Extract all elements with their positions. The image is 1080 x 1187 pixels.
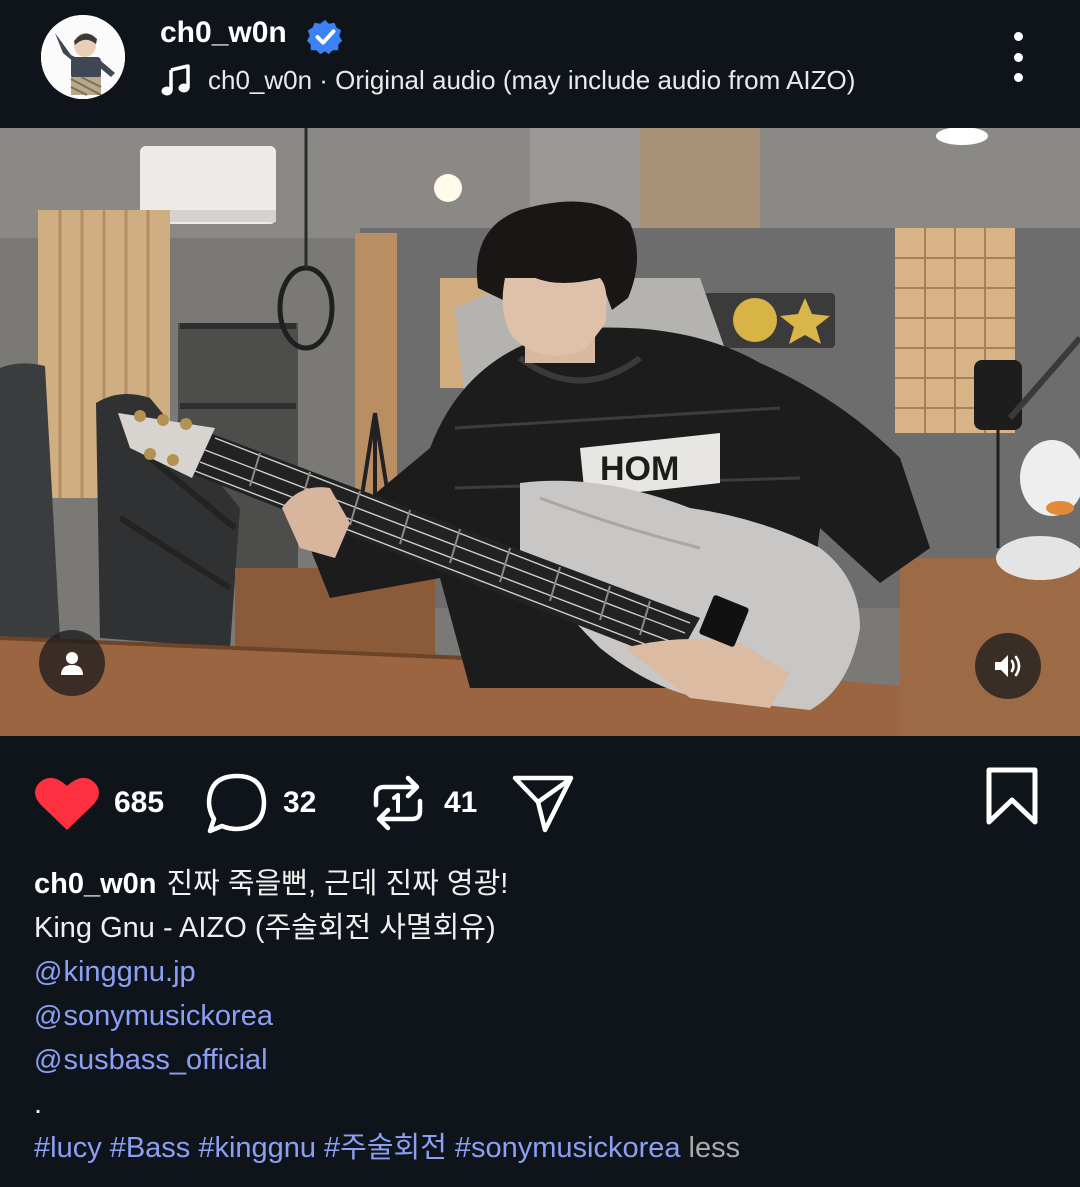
caption-line-2: King Gnu - AIZO (주술회전 사멸회유) — [34, 912, 496, 944]
repost-count: 41 — [444, 786, 478, 819]
share-button[interactable] — [511, 770, 575, 836]
threads-mention-icon: @ — [34, 956, 63, 987]
save-button[interactable] — [984, 766, 1040, 826]
mention-link[interactable]: @sonymusickorea — [34, 994, 1044, 1038]
comment-button[interactable]: 32 — [205, 770, 316, 836]
send-icon — [512, 775, 574, 833]
video-player[interactable]: HOM — [0, 128, 1080, 736]
more-vertical-icon[interactable] — [1004, 32, 1032, 82]
mention-link[interactable]: @kinggnu.jp — [34, 950, 1044, 994]
mention-link[interactable]: @susbass_official — [34, 1038, 1044, 1082]
repost-button[interactable]: 41 — [366, 770, 477, 836]
post-header: ch0_w0n ch0_w0n · Original audio (may in… — [0, 0, 1080, 128]
caption-text: 진짜 죽을뻔, 근데 진짜 영광! — [166, 868, 509, 900]
hashtag-link[interactable]: #sonymusickorea — [455, 1132, 681, 1164]
action-bar: 685 32 41 — [0, 736, 1080, 856]
person-tag-icon — [61, 652, 83, 675]
caption-line-1: ch0_w0n 진짜 죽을뻔, 근데 진짜 영광! — [34, 862, 1044, 906]
comment-count: 32 — [283, 786, 317, 819]
less-toggle[interactable]: less — [689, 1132, 741, 1164]
music-note-icon — [161, 64, 190, 96]
hashtag-link[interactable]: #kinggnu — [198, 1132, 316, 1164]
hashtag-line: #lucy #Bass #kinggnu #주술회전 #sonymusickorea le… — [34, 1126, 1044, 1170]
hashtag-link[interactable]: #주술회전 — [324, 1132, 447, 1164]
post-caption: ch0_w0n 진짜 죽을뻔, 근데 진짜 영광! King Gnu - AIZO… — [34, 862, 1044, 1170]
caption-separator: . — [34, 1088, 43, 1120]
like-count: 685 — [114, 786, 165, 819]
volume-button[interactable] — [975, 633, 1041, 699]
tag-button[interactable] — [39, 630, 105, 696]
threads-mention-icon: @ — [34, 1000, 63, 1031]
threads-post: ch0_w0n ch0_w0n · Original audio (may in… — [0, 0, 1080, 1187]
volume-icon — [995, 655, 1021, 677]
hashtag-link[interactable]: #Bass — [110, 1132, 191, 1164]
threads-mention-icon: @ — [34, 1044, 63, 1075]
heart-icon — [35, 777, 99, 830]
avatar[interactable] — [41, 15, 125, 99]
post-username[interactable]: ch0_w0n — [160, 16, 287, 50]
bookmark-icon — [986, 767, 1038, 825]
like-button[interactable]: 685 — [34, 770, 164, 836]
hashtag-link[interactable]: #lucy — [34, 1132, 102, 1164]
video-frame: HOM — [0, 128, 1080, 736]
comment-icon — [206, 773, 267, 834]
repost-icon — [373, 775, 423, 831]
svg-text:HOM: HOM — [600, 450, 679, 488]
caption-username[interactable]: ch0_w0n — [34, 868, 157, 900]
verified-badge-icon — [306, 19, 343, 55]
audio-label: ch0_w0n · Original audio (may include au… — [208, 65, 856, 95]
